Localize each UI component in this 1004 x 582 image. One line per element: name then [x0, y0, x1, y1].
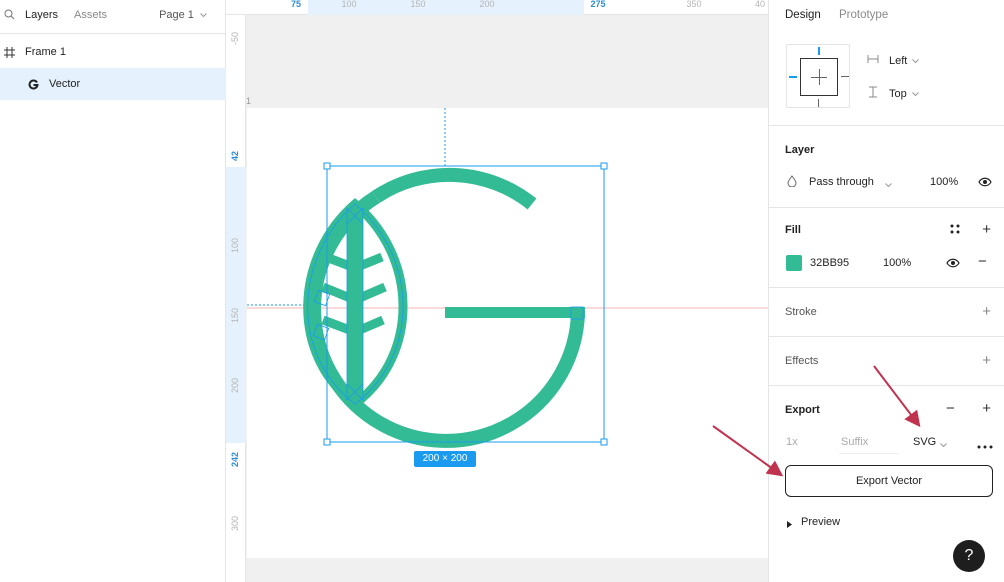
export-format-select[interactable]: SVG — [913, 436, 936, 448]
tab-assets[interactable]: Assets — [74, 9, 107, 21]
layer-row-vector[interactable]: Vector — [0, 68, 226, 100]
layer-row-frame[interactable]: Frame 1 — [0, 36, 226, 68]
ruler-tick: -50 — [230, 31, 240, 45]
chevron-down-icon — [911, 88, 919, 100]
horizontal-constraint-icon — [867, 54, 879, 67]
tab-prototype[interactable]: Prototype — [839, 9, 888, 21]
stroke-section-title: Stroke — [785, 306, 817, 318]
horizontal-constraint-value: Left — [889, 54, 908, 67]
constraint-top-line[interactable] — [818, 47, 820, 55]
ruler-selection-highlight — [226, 167, 246, 443]
constraint-left-line[interactable] — [789, 76, 797, 78]
ruler-vertical: -50 42 100 150 200 242 300 — [226, 15, 246, 582]
fill-opacity-input[interactable]: 100% — [883, 257, 911, 269]
ruler-tick: 200 — [479, 0, 495, 9]
fill-section-title: Fill — [785, 224, 801, 236]
layer-opacity-input[interactable]: 100% — [930, 176, 958, 188]
fill-section: Fill + 32BB95 100% − — [769, 207, 1004, 287]
vector-g-icon — [28, 79, 39, 90]
ruler-tick: 200 — [230, 377, 240, 393]
selection-size-badge: 200 × 200 — [414, 451, 476, 467]
ruler-tick: 150 — [230, 307, 240, 323]
ruler-horizontal: 75 100 150 200 275 350 40 — [226, 0, 768, 15]
frame-label: 1 — [246, 96, 252, 106]
canvas[interactable]: 75 100 150 200 275 350 40 -50 42 100 150… — [226, 0, 768, 582]
search-icon[interactable] — [4, 9, 15, 23]
page-name: Page 1 — [159, 9, 194, 21]
ruler-tick: 100 — [341, 0, 357, 9]
ruler-tick: 242 — [230, 451, 240, 467]
export-section-title: Export — [785, 404, 820, 416]
remove-export-minus-icon[interactable]: − — [946, 401, 955, 416]
add-effect-plus-icon[interactable]: + — [982, 353, 991, 368]
vertical-constraint-value: Top — [889, 87, 907, 100]
preview-toggle[interactable]: Preview — [801, 516, 840, 528]
frame-1[interactable] — [247, 108, 768, 558]
constraints-inner-box — [800, 58, 838, 96]
properties-panel: Design Prototype Left Top Layer Pass thr… — [768, 0, 1004, 582]
constraint-right-line[interactable] — [841, 76, 849, 77]
add-export-plus-icon[interactable]: + — [982, 401, 991, 416]
chevron-down-icon — [885, 179, 892, 191]
export-vector-button[interactable]: Export Vector — [785, 465, 993, 497]
layer-section: Layer Pass through 100% — [769, 125, 1004, 207]
help-button[interactable]: ? — [953, 540, 985, 572]
stroke-section: Stroke + — [769, 287, 1004, 336]
ruler-tick: 75 — [290, 0, 302, 9]
ruler-tick: 300 — [230, 515, 240, 531]
fill-color-swatch[interactable] — [786, 255, 802, 271]
chevron-down-icon — [200, 9, 207, 21]
layer-name: Frame 1 — [25, 46, 66, 58]
tab-layers[interactable]: Layers — [25, 9, 58, 21]
layers-panel: Layers Assets Page 1 Frame 1 Vector — [0, 0, 226, 582]
ruler-tick: 275 — [590, 0, 606, 9]
vertical-constraint-icon — [867, 86, 879, 101]
effects-section: Effects + — [769, 336, 1004, 385]
layer-section-title: Layer — [785, 144, 815, 156]
vertical-constraint-select[interactable]: Top — [867, 86, 919, 101]
add-stroke-plus-icon[interactable]: + — [982, 304, 991, 319]
ruler-tick: 350 — [686, 0, 702, 9]
eye-icon[interactable] — [978, 177, 992, 190]
add-fill-plus-icon[interactable]: + — [982, 222, 991, 237]
frame-hash-icon — [4, 46, 15, 58]
chevron-down-icon — [940, 439, 947, 451]
fill-hex-input[interactable]: 32BB95 — [810, 257, 849, 269]
styles-grid-icon[interactable] — [950, 224, 960, 237]
ruler-tick: 100 — [230, 237, 240, 253]
blend-mode-select[interactable]: Pass through — [809, 176, 874, 188]
blend-drop-icon — [787, 175, 797, 190]
export-scale-select[interactable]: 1x — [786, 436, 798, 448]
export-suffix-input[interactable]: Suffix — [839, 430, 899, 454]
layer-name: Vector — [49, 78, 81, 90]
chevron-down-icon — [912, 55, 920, 67]
left-panel-tabs: Layers Assets Page 1 — [0, 0, 225, 34]
ruler-tick: 150 — [410, 0, 426, 9]
constraints-widget[interactable] — [786, 44, 850, 108]
effects-section-title: Effects — [785, 355, 819, 367]
horizontal-constraint-select[interactable]: Left — [867, 54, 920, 67]
export-suffix-placeholder: Suffix — [841, 436, 869, 448]
page-selector[interactable]: Page 1 — [159, 9, 207, 21]
logo-vector[interactable] — [247, 108, 768, 558]
tab-design[interactable]: Design — [785, 9, 821, 21]
constraint-bottom-line[interactable] — [818, 99, 819, 107]
ruler-tick: 42 — [230, 150, 240, 161]
remove-fill-minus-icon[interactable]: − — [978, 254, 987, 269]
ruler-tick: 40 — [754, 0, 766, 9]
more-options-icon[interactable] — [977, 440, 993, 452]
caret-right-icon[interactable] — [787, 519, 792, 531]
eye-icon[interactable] — [946, 258, 960, 271]
